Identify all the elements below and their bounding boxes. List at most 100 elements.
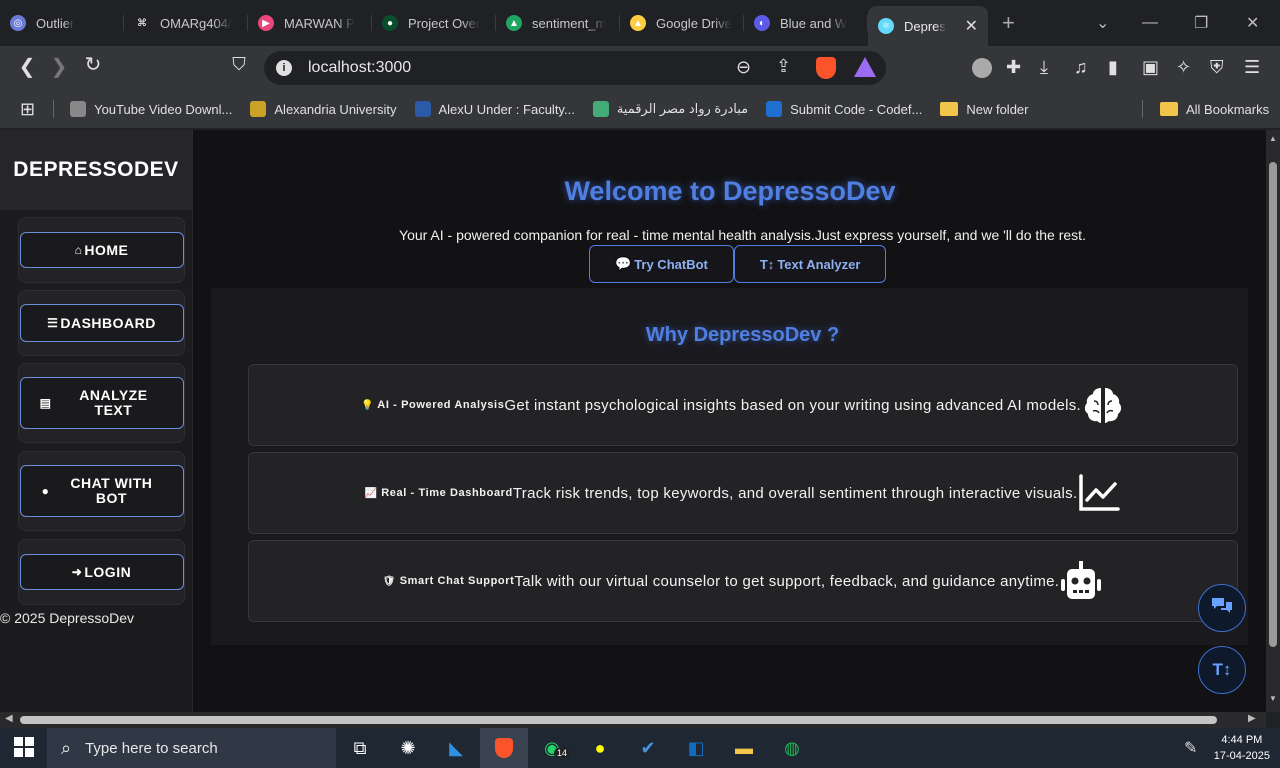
file-explorer-icon[interactable]: ▬ [720,728,768,768]
site-info-icon[interactable]: i [276,60,292,76]
snapchat-icon[interactable]: ● [576,728,624,768]
browser-tab[interactable]: ▲ sentiment_m [496,5,620,41]
forward-icon[interactable]: ❯ [42,54,76,79]
apps-grid-icon[interactable]: ⊞ [20,99,35,120]
tab-label: Google Drive [656,15,732,31]
browser-tab[interactable]: ▶ MARWAN P [248,5,372,41]
bookmark-icon[interactable]: ⛉ [222,54,256,75]
bookmark-label: AlexU Under : Faculty... [438,101,575,117]
sidebar: DEPRESSODEV ⌂ HOME ☰ DASHBOARD ▤ ANALYZE TEXT… [0,130,193,712]
sidebar-item-analyze-text[interactable]: ▤ ANALYZE TEXT [19,377,184,429]
bookmark-favicon-icon [414,101,431,117]
text-analyzer-fab-button[interactable]: T↕ [1198,646,1246,694]
sidebar-item-wrapper: ▤ ANALYZE TEXT [18,363,185,443]
new-tab-button[interactable]: + [1002,10,1015,36]
bookmark-item[interactable]: Submit Code - Codef... [766,101,922,117]
sidebar-item-dashboard[interactable]: ☰ DASHBOARD [19,304,184,342]
comments-icon: 💬 [615,256,632,271]
chatgpt-icon[interactable]: ✺ [384,728,432,768]
sidebar-item-label: LOGIN [84,563,132,580]
sidebar-toggle-icon[interactable]: ▮ [1108,57,1118,78]
minimize-icon[interactable]: — [1142,0,1158,46]
spotify-icon[interactable]: ◍ [768,728,816,768]
horizontal-scrollbar[interactable]: ◀ ▶ [0,712,1266,728]
task-view-icon[interactable]: ⧉ [336,728,384,768]
close-tab-icon[interactable]: ✕ [965,16,978,36]
vpn-icon[interactable]: ⛨ [1210,57,1224,78]
vscode-icon[interactable]: ◣ [432,728,480,768]
address-bar[interactable]: i ⊖ ⇪ [264,51,886,85]
bookmark-item[interactable]: YouTube Video Downl... [70,101,232,117]
bookmarks-bar: ⊞ YouTube Video Downl... Alexandria Unive… [0,90,1280,128]
brave-rewards-icon[interactable] [854,57,876,77]
sidebar-item-home[interactable]: ⌂ HOME [19,232,184,268]
browser-tab[interactable]: ⚛ Depres ✕ [868,6,988,46]
vertical-scroll-thumb[interactable] [1269,162,1277,647]
horizontal-scroll-thumb[interactable] [20,716,1217,724]
restore-icon[interactable]: ❐ [1194,0,1208,46]
bookmark-item[interactable]: Alexandria University [250,101,397,117]
bookmark-item[interactable]: AlexU Under : Faculty... [414,101,575,117]
browser-toolbar: ❮ ❯ ↻ ⛉ i ⊖ ⇪ ✚ ⤓ ♫ ▮ ▣ ✧ ⛨ ☰ [0,46,1280,90]
outlook-icon[interactable]: ◧ [672,728,720,768]
brave-taskbar-icon[interactable] [480,728,528,768]
vertical-scrollbar[interactable]: ▲ ▼ [1266,130,1280,712]
hero-actions: 💬 Try ChatBot T↕ Text Analyzer [589,245,887,283]
profile-icon[interactable] [972,58,992,78]
browser-tab[interactable]: ⌘ OMARg404/ [124,5,248,41]
share-icon[interactable]: ⇪ [776,56,791,77]
chart-line-icon [1077,471,1121,515]
bookmark-item[interactable]: New folder [940,102,1028,117]
bookmark-label: New folder [966,101,1029,117]
feature-card-dashboard: 📈 Real - Time Dashboard Track risk trend… [248,452,1238,534]
why-section: Why DepressoDev ? 💡 AI - Powered Analysi… [211,288,1248,645]
todo-icon[interactable]: ✔ [624,728,672,768]
download-icon[interactable]: ⤓ [1040,57,1048,78]
menu-icon[interactable]: ☰ [1244,57,1260,78]
tab-favicon-icon: ◎ [10,15,26,31]
browser-tab[interactable]: ▲ Google Drive [620,5,744,41]
leo-ai-icon[interactable]: ✧ [1176,57,1191,78]
sidebar-item-login[interactable]: ➜ LOGIN [19,554,184,590]
all-bookmarks-folder[interactable]: All Bookmarks [1160,102,1269,117]
browser-tab[interactable]: ● Project Over [372,5,496,41]
reload-icon[interactable]: ↻ [76,52,110,77]
browser-tab[interactable]: ◐ Blue and W [744,5,868,41]
bookmark-label: Submit Code - Codef... [790,101,923,117]
bookmark-favicon-icon [766,101,783,117]
tab-favicon-icon: ⚛ [878,18,894,34]
sidebar-item-label: DASHBOARD [60,314,156,331]
url-input[interactable] [308,59,708,77]
back-icon[interactable]: ❮ [10,54,44,79]
comments-icon [1210,596,1234,621]
close-window-icon[interactable]: ✕ [1246,0,1259,46]
windows-start-icon[interactable] [14,737,34,762]
sidebar-item-wrapper: ➜ LOGIN [18,539,185,605]
brave-shield-icon[interactable] [816,57,836,79]
tab-favicon-icon: ⌘ [134,15,150,31]
tab-label: MARWAN P [284,15,355,31]
chat-fab-button[interactable] [1198,584,1246,632]
extensions-icon[interactable]: ✚ [1006,57,1021,78]
bookmark-label: مبادرة رواد مصر الرقمية [616,101,749,116]
music-icon[interactable]: ♫ [1074,57,1088,78]
pen-icon[interactable]: ✎ [1184,738,1197,758]
tab-label: OMARg404/ [160,15,232,31]
bookmark-favicon-icon [70,101,87,117]
sidebar-item-wrapper: ☰ DASHBOARD [18,290,185,356]
brain-icon [1081,383,1125,427]
sidebar-item-chat-with-bot[interactable]: ● CHAT WITH BOT [19,465,184,517]
browser-tab[interactable]: ◎ Outlier [0,5,124,41]
taskbar: ⌕ Type here to search ⧉ ✺ ◣ ◉ 14 ● ✔ ◧ ▬ … [0,728,1280,768]
text-analyzer-button[interactable]: T↕ Text Analyzer [733,245,887,283]
whatsapp-icon[interactable]: ◉ 14 [528,728,576,768]
tab-search-icon[interactable]: ⌄ [1096,0,1109,46]
system-clock[interactable]: 4:44 PM 17-04-2025 [1214,732,1270,764]
taskbar-search[interactable]: ⌕ Type here to search [47,728,336,768]
bookmark-item[interactable]: مبادرة رواد مصر الرقمية [592,101,749,117]
zoom-out-icon[interactable]: ⊖ [736,57,751,78]
feature-card-ai-analysis: 💡 AI - Powered Analysis Get instant psyc… [248,364,1238,446]
chart-emoji-icon: 📈 [364,488,378,499]
wallet-icon[interactable]: ▣ [1142,57,1159,78]
try-chatbot-button[interactable]: 💬 Try ChatBot [589,245,734,283]
